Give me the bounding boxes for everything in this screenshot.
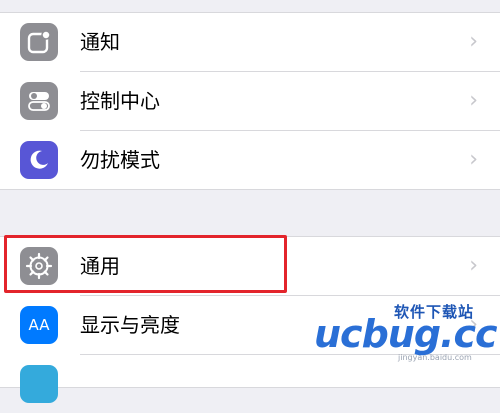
control-center-icon (20, 82, 58, 120)
settings-row-label: 显示与亮度 (80, 313, 180, 337)
highlight-box (4, 235, 287, 293)
chevron-right-icon: › (469, 88, 478, 113)
watermark-logo: ucbug.cc (314, 312, 498, 356)
settings-row-do-not-disturb[interactable]: 勿扰模式 › (0, 131, 500, 189)
settings-row-label: 勿扰模式 (80, 148, 160, 172)
settings-group-1: 通知 › 控制中心 › 勿扰模式 › (0, 12, 500, 190)
display-brightness-icon-text: AA (28, 316, 50, 334)
chevron-right-icon: › (469, 147, 478, 172)
notifications-icon (20, 23, 58, 61)
display-brightness-icon: AA (20, 306, 58, 344)
settings-row-label: 通知 (80, 30, 120, 54)
settings-row-label: 控制中心 (80, 89, 160, 113)
wallpaper-icon (20, 365, 58, 403)
chevron-right-icon: › (469, 253, 478, 278)
chevron-right-icon: › (469, 29, 478, 54)
moon-icon (20, 141, 58, 179)
settings-row-notifications[interactable]: 通知 › (0, 13, 500, 71)
settings-row-control-center[interactable]: 控制中心 › (0, 72, 500, 130)
watermark: 软件下载站 ucbug.cc jingyan.baidu.com (302, 296, 500, 373)
watermark-sub-text: jingyan.baidu.com (398, 353, 472, 362)
